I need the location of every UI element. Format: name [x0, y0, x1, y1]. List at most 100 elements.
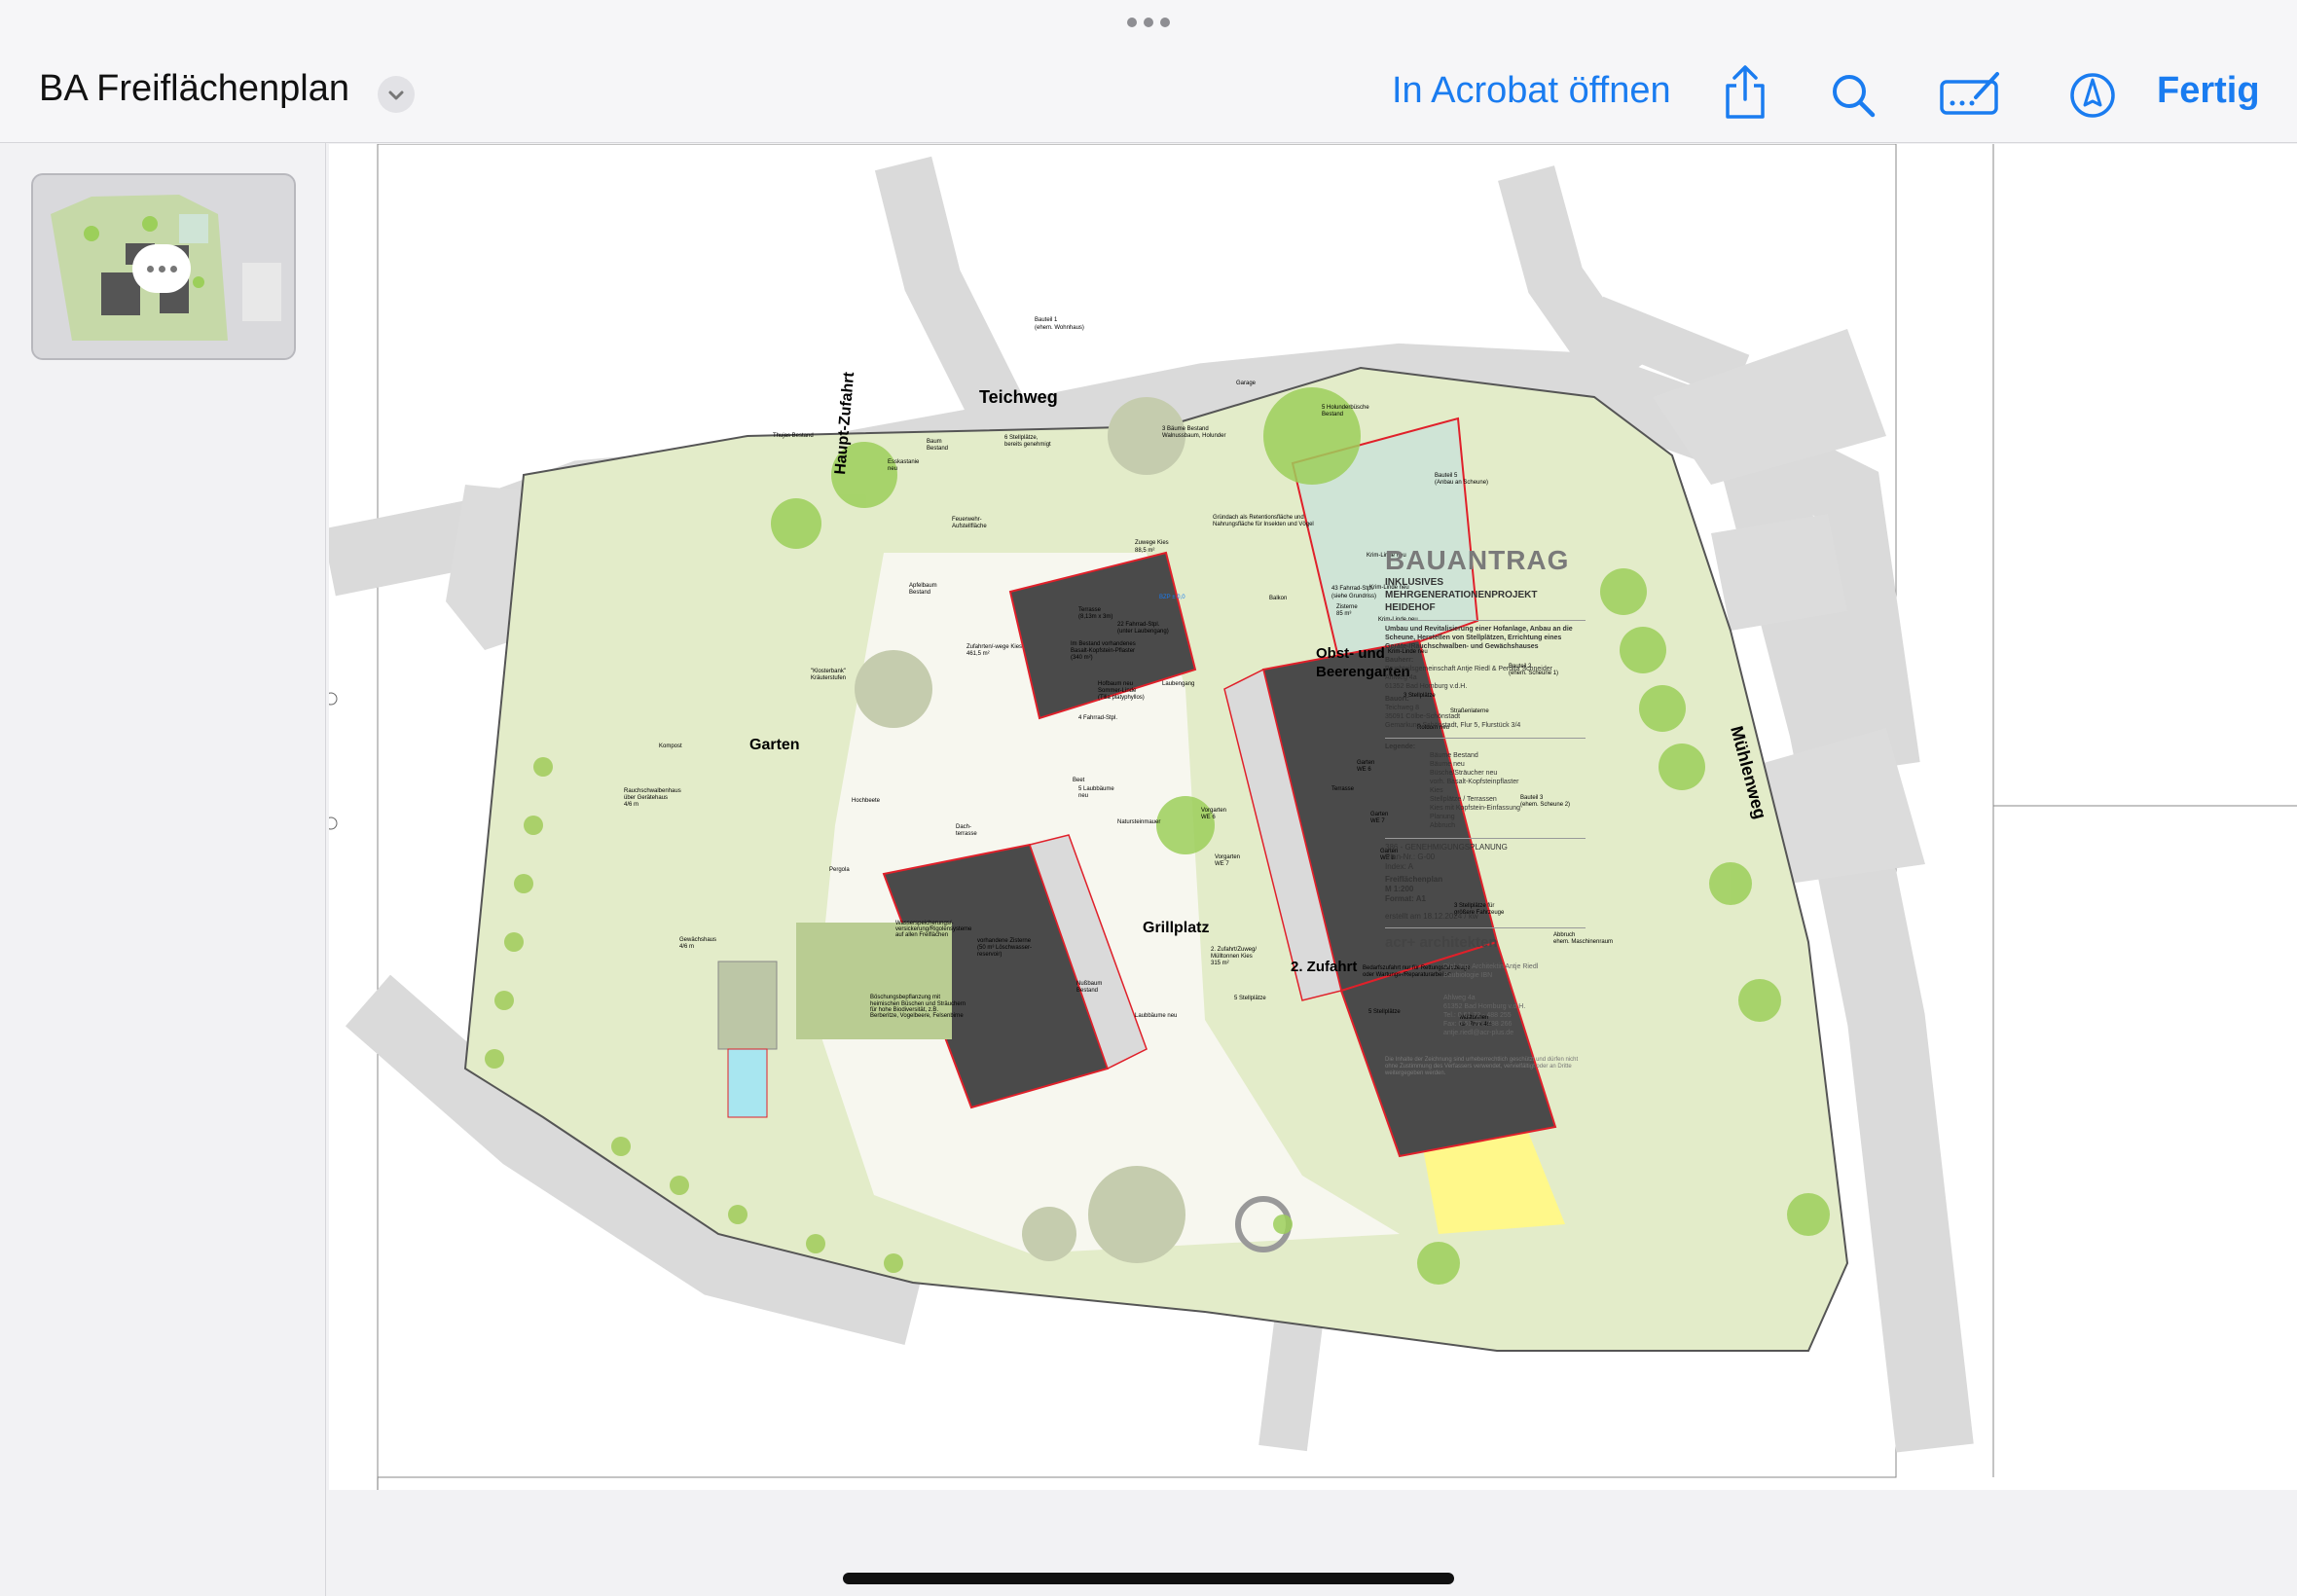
label-vorgarten-we7-sub: WE 7: [1215, 861, 1229, 867]
label-terrasse: Terrasse: [1331, 786, 1355, 792]
label-stellplaetze-6: 6 Stellplätze,: [1004, 435, 1039, 441]
label-pergola: Pergola: [829, 867, 850, 873]
legend-item: Kies: [1430, 787, 1443, 794]
label-gruendach-sub: Nahrungsfläche für Insekten und Vögel: [1213, 522, 1314, 527]
label-stellplaetze-5: 5 Stellplätze: [1234, 996, 1266, 1001]
plan-phase: 386 - GENEHMIGUNGSPLANUNG: [1385, 843, 1508, 852]
document-title[interactable]: BA Freiflächenplan: [39, 68, 349, 110]
crosshair-marker-icon: [329, 816, 338, 830]
label-pflaster-sub2: (340 m²): [1071, 655, 1093, 661]
legend-title: Legende:: [1385, 744, 1416, 750]
home-indicator[interactable]: [843, 1573, 1454, 1584]
titleblock-sub2: MEHRGENERATIONENPROJEKT: [1385, 590, 1538, 600]
label-teichweg: Teichweg: [979, 387, 1058, 407]
annotate-icon[interactable]: [1939, 68, 2003, 122]
label-fahrrad-43: 43 Fahrrad-Stpl.: [1331, 586, 1374, 592]
label-esskastanie: Esskastanie: [888, 459, 920, 465]
label-wasser-sub2: auf allen Freiflächen: [895, 932, 948, 938]
label-garten-we6: Garten: [1357, 760, 1374, 766]
label-laubbaeume-5: 5 Laubbäume: [1078, 786, 1114, 792]
titleblock-bauherr-label: Bauherr:: [1385, 657, 1414, 664]
plan-scale: M 1:200: [1385, 885, 1414, 893]
label-gruendach: Gründach als Retentionsfläche und: [1213, 515, 1304, 521]
label-vorgarten-we6: Vorgarten: [1201, 808, 1226, 814]
label-garten-we7-sub: WE 7: [1370, 818, 1385, 824]
label-stellplaetze-6-sub: bereits genehmigt: [1004, 442, 1051, 448]
label-kompost: Kompost: [659, 744, 682, 749]
label-bestand-3: 3 Bäume Bestand: [1162, 426, 1209, 432]
architect-addr2: 61352 Bad Homburg v.d.H.: [1443, 1003, 1526, 1010]
plan-index: Index: A: [1385, 862, 1413, 871]
label-holunder: 5 Holunderbüsche: [1322, 405, 1369, 411]
done-button[interactable]: Fertig: [2157, 70, 2260, 112]
label-gewaechshaus-sub: 4/6 m: [679, 944, 694, 950]
label-bauteil5: Bauteil 5: [1435, 473, 1458, 479]
label-vorgarten-we6-sub: WE 6: [1201, 815, 1216, 820]
label-rauchschwalben-sub: über Gerätehaus: [624, 795, 668, 801]
plan-title: Freiflächenplan: [1385, 875, 1443, 884]
label-zisterne: Zisterne: [1336, 604, 1358, 610]
label-zuweg-2: 2. Zufahrt/Zuweg/: [1211, 947, 1257, 953]
titleblock-heading: BAUANTRAG: [1385, 545, 1570, 575]
window-grabber-icon[interactable]: [1127, 18, 1170, 29]
plan-date: erstellt am 18.12.2024 / kw: [1385, 912, 1478, 921]
titleblock-subheading: INKLUSIVES MEHRGENERATIONENPROJEKT HEIDE…: [1385, 576, 1586, 614]
label-obst-garten-1: Obst- und: [1316, 645, 1385, 662]
label-rauchschwalben-sub2: 4/6 m: [624, 802, 638, 808]
label-zisterne-sub: 85 m³: [1336, 611, 1351, 617]
label-laubbaeume-5-sub: neu: [1078, 793, 1088, 799]
label-bauteil5-sub: (Anbau an Scheune): [1435, 480, 1488, 486]
label-zuwege: Zuwege Kies: [1135, 540, 1169, 546]
label-nussbaum: Nußbaum: [1076, 981, 1102, 987]
label-klosterbank: "Klosterbank": [811, 669, 846, 674]
label-zufahrten-sub: 461,5 m²: [966, 651, 990, 657]
pdf-page-canvas[interactable]: Teichweg Haupt-Zufahrt Mühlenweg Garten …: [329, 144, 2297, 1490]
top-toolbar: BA Freiflächenplan In Acrobat öffnen Fer…: [0, 0, 2297, 143]
titleblock-bauort3: Gemarkung Schönstadt, Flur 5, Flurstück …: [1385, 722, 1521, 729]
open-in-acrobat-button[interactable]: In Acrobat öffnen: [1392, 70, 1671, 112]
label-hofbaum-sub: Sommer-Linde: [1098, 688, 1137, 694]
titleblock-sub3: HEIDEHOF: [1385, 602, 1436, 613]
label-zuweg-2-sub2: 315 m²: [1211, 961, 1229, 966]
label-fahrrad-22: 22 Fahrrad-Stpl.: [1117, 622, 1160, 628]
label-zisterne-vorhanden: vorhandene Zisterne: [977, 938, 1032, 944]
label-feuerwehr: Feuerwehr-: [952, 517, 982, 523]
plan-info: 386 - GENEHMIGUNGSPLANUNG Plan-Nr.: G-00…: [1385, 838, 1586, 922]
label-dachterrasse: Dach-: [956, 824, 971, 830]
label-apfelbaum: Apfelbaum: [909, 583, 937, 589]
label-dachterrasse-sub: terrasse: [956, 831, 977, 837]
label-laubengang: Laubengang: [1162, 681, 1194, 687]
site-plan-drawing: Teichweg Haupt-Zufahrt Mühlenweg Garten …: [329, 144, 2297, 1490]
label-pflaster: Im Bestand vorhandenes: [1071, 641, 1136, 647]
label-zuweg-2-sub: Mülltonnen Kies: [1211, 954, 1253, 960]
architect-name: Dipl. Ing. Architektin Antje Riedl: [1443, 963, 1539, 970]
label-terrasse-main: Terrasse: [1078, 607, 1102, 613]
label-hofbaum-sub2: (Tilia platyphyllos): [1098, 695, 1145, 701]
architect-fax: Fax: 0 61 72 - 488 266: [1443, 1021, 1513, 1028]
label-klosterbank-sub: Kräuterstufen: [811, 675, 846, 681]
legend-item: vorh. Basalt-Kopfsteinpflaster: [1430, 779, 1519, 785]
search-icon[interactable]: [1830, 72, 1877, 124]
more-icon[interactable]: [132, 244, 191, 293]
label-fahrrad-43-sub: (siehe Grundriss): [1331, 594, 1376, 599]
crosshair-marker-icon: [329, 692, 338, 706]
label-terrasse-main-sub: (8,13m x 3m): [1078, 614, 1112, 620]
titleblock-bauherr-addr2: 61352 Bad Homburg v.d.H.: [1385, 683, 1468, 690]
markup-pen-icon[interactable]: [2069, 72, 2116, 124]
page-thumbnail-sidebar: [0, 143, 326, 1596]
share-icon[interactable]: [1721, 64, 1769, 126]
label-zufahrten: Zufahrten/-wege Kies: [966, 644, 1022, 650]
titleblock-bauort1: Teichweg 8: [1385, 705, 1420, 711]
architect-firm: acr+ architekten: [1385, 927, 1586, 951]
label-apfelbaum-sub: Bestand: [909, 590, 930, 596]
label-hochbeete: Hochbeete: [852, 798, 881, 804]
label-bauteil1-sub: (ehem. Wohnhaus): [1035, 325, 1084, 331]
label-bestand-3-sub: Walnussbaum, Holunder: [1162, 433, 1225, 439]
label-garten: Garten: [749, 737, 800, 753]
plan-format: Format: A1: [1385, 894, 1426, 903]
label-boeschung-sub3: Berberitze, Vogelbeere, Felsenbirne: [870, 1013, 964, 1019]
chevron-down-icon[interactable]: [378, 76, 415, 113]
titleblock-description: Umbau und Revitalisierung einer Hofanlag…: [1385, 620, 1586, 651]
title-block: BAUANTRAG INKLUSIVES MEHRGENERATIONENPRO…: [1385, 545, 1586, 1077]
label-beet: Beet: [1073, 778, 1085, 783]
